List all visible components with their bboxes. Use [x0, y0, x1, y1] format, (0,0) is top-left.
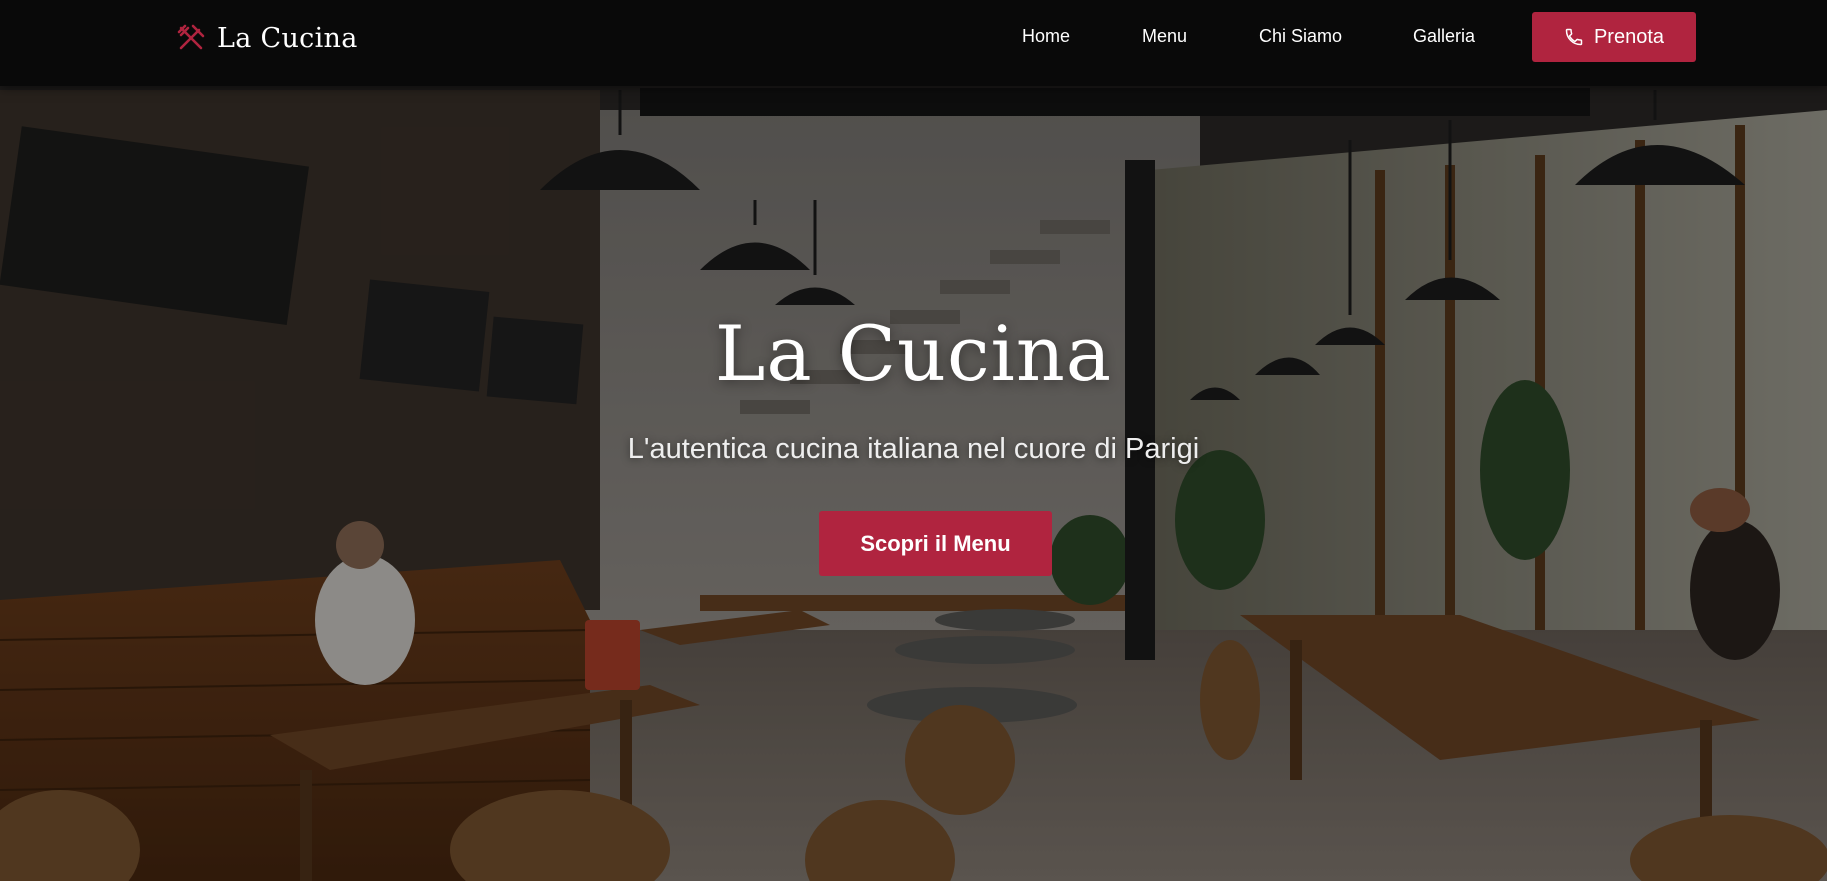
book-button[interactable]: Prenota [1532, 12, 1696, 62]
hero-section: La Cucina L'autentica cucina italiana ne… [0, 0, 1827, 881]
navbar: La Cucina Home Menu Chi Siamo Galleria P… [0, 0, 1827, 86]
hero-subtitle: L'autentica cucina italiana nel cuore di… [627, 433, 1200, 465]
nav-item-home[interactable]: Home [1022, 26, 1070, 47]
nav-item-galleria[interactable]: Galleria [1413, 26, 1475, 47]
nav-item-menu[interactable]: Menu [1142, 26, 1187, 47]
nav-item-chi-siamo[interactable]: Chi Siamo [1259, 26, 1342, 47]
book-button-label: Prenota [1593, 25, 1665, 48]
phone-icon [1564, 27, 1584, 47]
hero-title: La Cucina [714, 309, 1113, 398]
discover-menu-button[interactable]: Scopri il Menu [819, 511, 1052, 576]
